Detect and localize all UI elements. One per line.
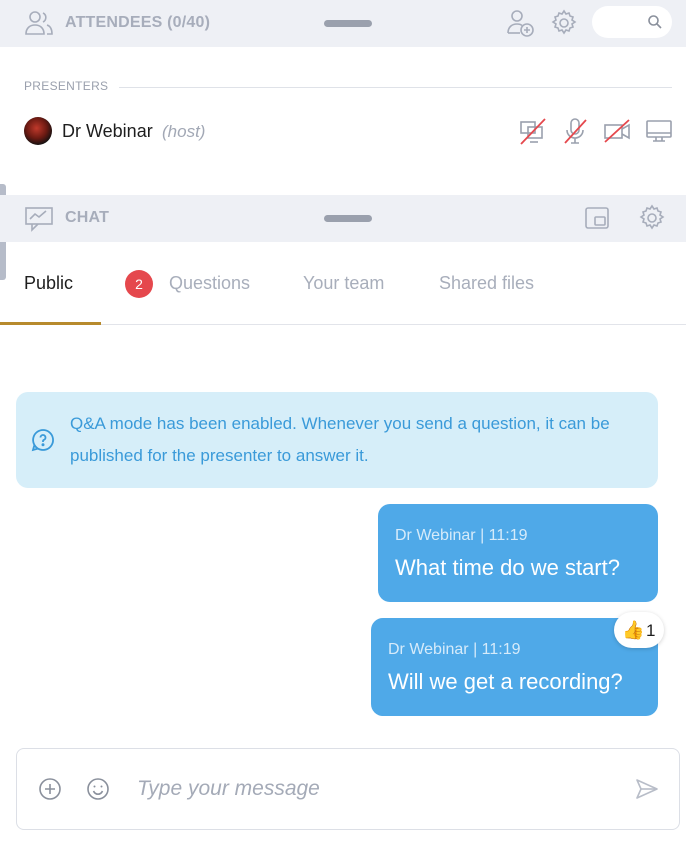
emoji-icon[interactable] bbox=[85, 776, 111, 802]
chat-header: CHAT bbox=[0, 195, 686, 242]
message-composer bbox=[16, 748, 680, 830]
add-user-icon[interactable] bbox=[506, 9, 536, 37]
tab-public[interactable]: Public bbox=[24, 273, 73, 294]
active-tab-indicator bbox=[0, 322, 101, 325]
message-input[interactable] bbox=[137, 771, 607, 807]
add-icon[interactable] bbox=[37, 776, 63, 802]
message-text: Will we get a recording? bbox=[388, 669, 623, 694]
thumbs-up-icon: 👍 bbox=[622, 620, 645, 640]
microphone-off-icon[interactable] bbox=[560, 116, 590, 146]
attendee-search-input[interactable] bbox=[592, 6, 672, 38]
search-icon bbox=[648, 15, 662, 29]
attendees-header: ATTENDEES (0/40) bbox=[0, 0, 686, 47]
attendees-icon bbox=[25, 11, 53, 35]
chat-title: CHAT bbox=[65, 209, 110, 226]
avatar bbox=[24, 117, 52, 145]
question-icon bbox=[31, 429, 54, 452]
camera-off-icon[interactable] bbox=[602, 116, 632, 146]
monitor-icon[interactable] bbox=[644, 116, 674, 146]
chat-tabs: Public 2 Questions Your team Shared file… bbox=[0, 243, 686, 325]
popout-icon[interactable] bbox=[582, 204, 612, 232]
attendees-drag-handle[interactable] bbox=[324, 20, 372, 27]
gear-icon[interactable] bbox=[549, 9, 579, 37]
tab-shared-files[interactable]: Shared files bbox=[439, 273, 534, 294]
chat-icon bbox=[25, 207, 53, 232]
chat-message[interactable]: Dr Webinar | 11:19 What time do we start… bbox=[378, 504, 658, 602]
presenter-row: Dr Webinar (host) bbox=[24, 116, 674, 146]
send-icon[interactable] bbox=[634, 776, 660, 802]
tab-questions[interactable]: Questions bbox=[169, 273, 250, 294]
reaction-badge[interactable]: 👍 1 bbox=[614, 612, 664, 648]
qa-mode-banner: Q&A mode has been enabled. Whenever you … bbox=[16, 392, 658, 488]
message-meta: Dr Webinar | 11:19 bbox=[395, 527, 528, 544]
gear-icon[interactable] bbox=[637, 204, 667, 232]
presenter-role: (host) bbox=[162, 122, 206, 141]
presenters-section-label: PRESENTERS bbox=[24, 79, 109, 93]
message-text: What time do we start? bbox=[395, 555, 620, 580]
reaction-count: 1 bbox=[646, 621, 656, 640]
presenter-name: Dr Webinar bbox=[62, 121, 153, 141]
screen-share-off-icon[interactable] bbox=[518, 116, 548, 146]
message-meta: Dr Webinar | 11:19 bbox=[388, 641, 521, 658]
questions-count-badge: 2 bbox=[125, 270, 153, 298]
section-divider bbox=[119, 87, 672, 88]
chat-drag-handle[interactable] bbox=[324, 215, 372, 222]
tab-your-team[interactable]: Your team bbox=[303, 273, 384, 294]
qa-mode-text: Q&A mode has been enabled. Whenever you … bbox=[70, 414, 610, 465]
attendees-title: ATTENDEES (0/40) bbox=[65, 14, 211, 31]
